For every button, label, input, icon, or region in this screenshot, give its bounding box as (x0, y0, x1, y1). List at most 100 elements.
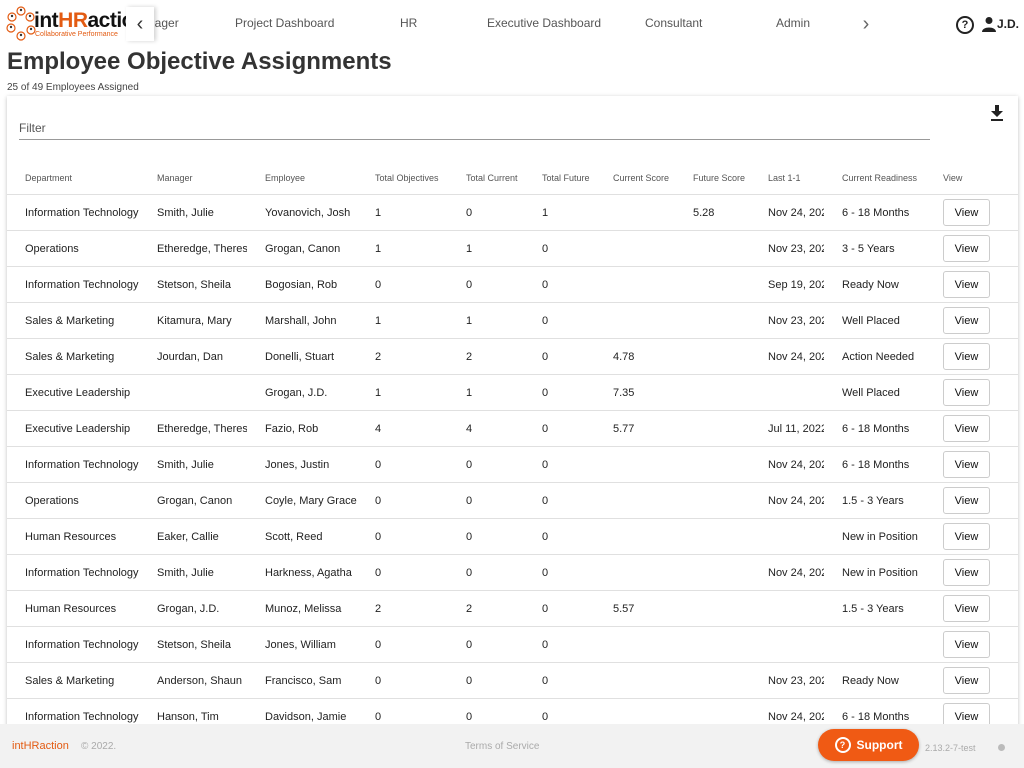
cell-future-score (675, 446, 750, 483)
view-button[interactable]: View (943, 631, 990, 658)
view-button[interactable]: View (943, 343, 990, 370)
table-row[interactable]: Executive Leadership Etheredge, Theresa Fa… (7, 410, 1018, 447)
view-button[interactable]: View (943, 523, 990, 550)
user-name[interactable]: J.D. (997, 17, 1019, 31)
cell-future-score (675, 590, 750, 627)
cell-manager (139, 374, 247, 411)
cell-current-score (595, 662, 675, 699)
cell-employee: Francisco, Sam (247, 662, 357, 699)
cell-department: Information Technology (7, 626, 139, 663)
table-row[interactable]: Sales & Marketing Jourdan, Dan Donelli, St… (7, 338, 1018, 375)
view-button[interactable]: View (943, 307, 990, 334)
table-row[interactable]: Operations Grogan, Canon Coyle, Mary Grace… (7, 482, 1018, 519)
table-row[interactable]: Sales & Marketing Kitamura, Mary Marshall,… (7, 302, 1018, 339)
view-button[interactable]: View (943, 415, 990, 442)
support-label: Support (856, 738, 903, 752)
cell-department: Operations (7, 482, 139, 519)
app-logo[interactable]: intHRaction Collaborative Performance (6, 6, 147, 42)
cell-total-future: 0 (524, 662, 595, 699)
filter-input[interactable]: Filter (19, 121, 46, 135)
cell-current-score (595, 446, 675, 483)
column-header-total-objectives[interactable]: Total Objectives (357, 162, 448, 195)
nav-link-hr[interactable]: HR (400, 16, 417, 30)
cell-department: Information Technology (7, 266, 139, 303)
cell-total-future: 0 (524, 230, 595, 267)
view-button[interactable]: View (943, 559, 990, 586)
download-icon[interactable] (990, 105, 1004, 121)
view-button[interactable]: View (943, 451, 990, 478)
table-row[interactable]: Human Resources Eaker, Callie Scott, Reed 0… (7, 518, 1018, 555)
cell-department: Executive Leadership (7, 410, 139, 447)
support-button[interactable]: ? Support (818, 729, 919, 761)
table-row[interactable]: Sales & Marketing Anderson, Shaun Francisc… (7, 662, 1018, 699)
view-button[interactable]: View (943, 667, 990, 694)
cell-current-readiness: Ready Now (824, 662, 925, 699)
cell-total-objectives: 1 (357, 230, 448, 267)
cell-employee: Harkness, Agatha (247, 554, 357, 591)
column-header-total-current[interactable]: Total Current (448, 162, 524, 195)
cell-current-score (595, 482, 675, 519)
view-button[interactable]: View (943, 235, 990, 262)
nav-scroll-left-button[interactable]: ‹ (126, 7, 154, 41)
table-row[interactable]: Human Resources Grogan, J.D. Munoz, Meliss… (7, 590, 1018, 627)
cell-total-future: 0 (524, 266, 595, 303)
column-header-department[interactable]: Department (7, 162, 139, 195)
column-header-current-score[interactable]: Current Score (595, 162, 675, 195)
column-header-current-readiness[interactable]: Current Readiness (824, 162, 925, 195)
table-row[interactable]: Information Technology Stetson, Sheila Jon… (7, 626, 1018, 663)
cell-last-one-on-one: Nov 24, 2021 (750, 194, 824, 231)
column-header-future-score[interactable]: Future Score (675, 162, 750, 195)
column-header-manager[interactable]: Manager (139, 162, 247, 195)
table-row[interactable]: Information Technology Smith, Julie Harkne… (7, 554, 1018, 591)
column-header-employee[interactable]: Employee (247, 162, 357, 195)
view-button[interactable]: View (943, 487, 990, 514)
cell-department: Information Technology (7, 554, 139, 591)
cell-employee: Scott, Reed (247, 518, 357, 555)
cell-last-one-on-one: Nov 24, 2021 (750, 482, 824, 519)
help-icon[interactable]: ? (956, 16, 974, 34)
cell-view: View (925, 482, 1018, 519)
cell-current-score (595, 194, 675, 231)
terms-of-service-link[interactable]: Terms of Service (465, 741, 539, 752)
cell-total-current: 0 (448, 662, 524, 699)
nav-scroll-right-button[interactable]: › (856, 10, 876, 38)
cell-future-score (675, 518, 750, 555)
cell-current-readiness: Ready Now (824, 266, 925, 303)
nav-link-consultant[interactable]: Consultant (645, 16, 702, 30)
app-tagline: Collaborative Performance (35, 31, 118, 38)
table-row[interactable]: Operations Etheredge, Theresa Grogan, Cano… (7, 230, 1018, 267)
table-row[interactable]: Executive Leadership Grogan, J.D. 1 1 0 7.35 W… (7, 374, 1018, 411)
view-button[interactable]: View (943, 595, 990, 622)
cell-last-one-on-one: Jul 11, 2022 (750, 410, 824, 447)
column-header-view[interactable]: View (925, 162, 1018, 195)
column-header-last-1-1[interactable]: Last 1-1 (750, 162, 824, 195)
cell-employee: Grogan, Canon (247, 230, 357, 267)
cell-total-future: 0 (524, 626, 595, 663)
view-button[interactable]: View (943, 379, 990, 406)
nav-link-project-dashboard[interactable]: Project Dashboard (235, 16, 334, 30)
column-header-total-future[interactable]: Total Future (524, 162, 595, 195)
view-button[interactable]: View (943, 199, 990, 226)
cell-view: View (925, 590, 1018, 627)
table-row[interactable]: Information Technology Smith, Julie Yovano… (7, 194, 1018, 231)
person-icon[interactable] (982, 16, 996, 32)
cell-manager: Etheredge, Theresa (139, 410, 247, 447)
footer-brand[interactable]: intHRaction (12, 740, 69, 752)
cell-current-readiness: Action Needed (824, 338, 925, 375)
cell-current-score (595, 266, 675, 303)
nav-link-executive-dashboard[interactable]: Executive Dashboard (487, 16, 601, 30)
cell-last-one-on-one: Nov 23, 2021 (750, 302, 824, 339)
cell-manager: Eaker, Callie (139, 518, 247, 555)
cell-future-score (675, 266, 750, 303)
table-row[interactable]: Information Technology Stetson, Sheila Bog… (7, 266, 1018, 303)
cell-total-objectives: 2 (357, 338, 448, 375)
cell-employee: Coyle, Mary Grace (247, 482, 357, 519)
cell-future-score (675, 554, 750, 591)
cell-current-score (595, 554, 675, 591)
view-button[interactable]: View (943, 271, 990, 298)
table-row[interactable]: Information Technology Smith, Julie Jones,… (7, 446, 1018, 483)
cell-employee: Jones, Justin (247, 446, 357, 483)
nav-link-admin[interactable]: Admin (776, 16, 810, 30)
cell-total-current: 0 (448, 266, 524, 303)
cell-last-one-on-one: Nov 24, 2021 (750, 554, 824, 591)
